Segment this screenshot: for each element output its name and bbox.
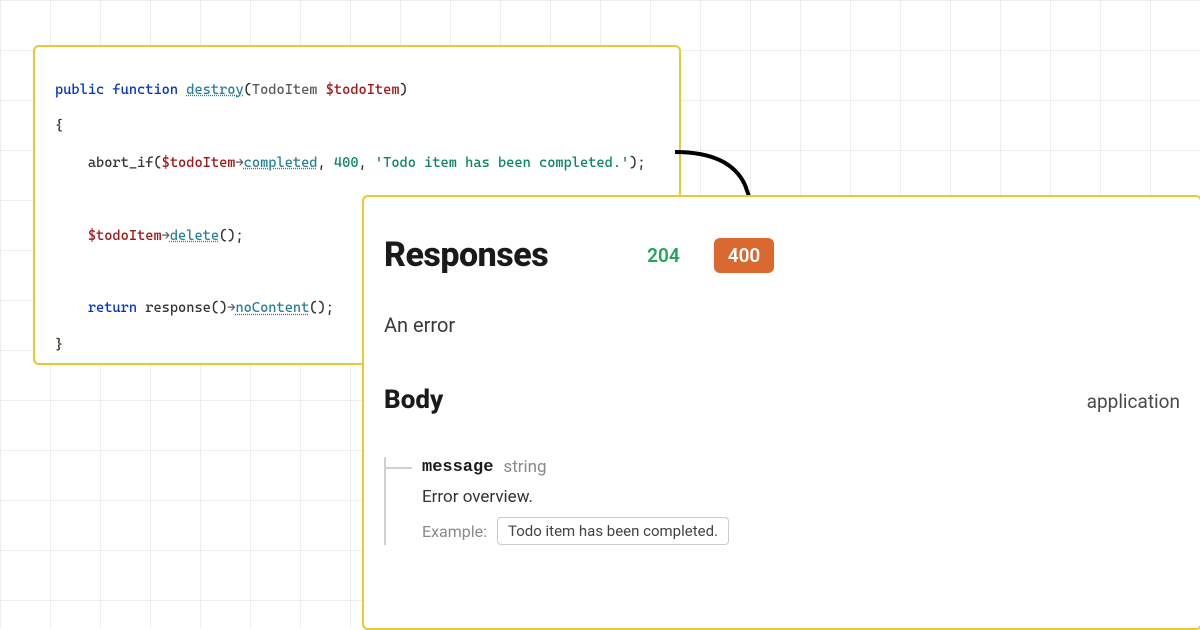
body-title: Body [384,385,443,415]
abort-if-call: abort_if [88,155,154,171]
delete-method: delete [170,228,219,244]
completed-prop: completed [244,155,318,171]
field-row: message string [422,457,1180,477]
example-label: Example: [422,522,487,541]
no-content-method: noContent [235,300,309,316]
status-tab-204[interactable]: 204 [633,238,694,273]
schema-tree-line [384,457,386,545]
response-call: response [145,300,211,316]
body-row: Body application [384,385,1180,415]
error-description: An error [384,313,1180,337]
example-row: Example: Todo item has been completed. [422,517,1180,545]
function-name: destroy [186,82,243,98]
status-tab-400[interactable]: 400 [714,238,775,273]
status-code-literal: 400 [334,155,359,171]
field-name: message [422,458,493,477]
responses-title: Responses [384,235,548,275]
abort-message: 'Todo item has been completed.' [375,155,629,171]
responses-panel: Responses 204 400 An error Body applicat… [362,195,1200,630]
field-type: string [503,457,546,477]
var-todoitem: $todoItem [326,82,400,98]
responses-header: Responses 204 400 [384,235,1180,275]
schema-block: message string Error overview. Example: … [384,457,1180,545]
schema-tree-connector [384,467,412,469]
example-value: Todo item has been completed. [497,517,729,545]
content-type: application [1087,390,1180,413]
return-keyword: return [88,300,137,316]
type-name: TodoItem [252,82,318,98]
keyword-public: public [55,82,104,98]
keyword-function: function [112,82,178,98]
field-description: Error overview. [422,487,1180,507]
